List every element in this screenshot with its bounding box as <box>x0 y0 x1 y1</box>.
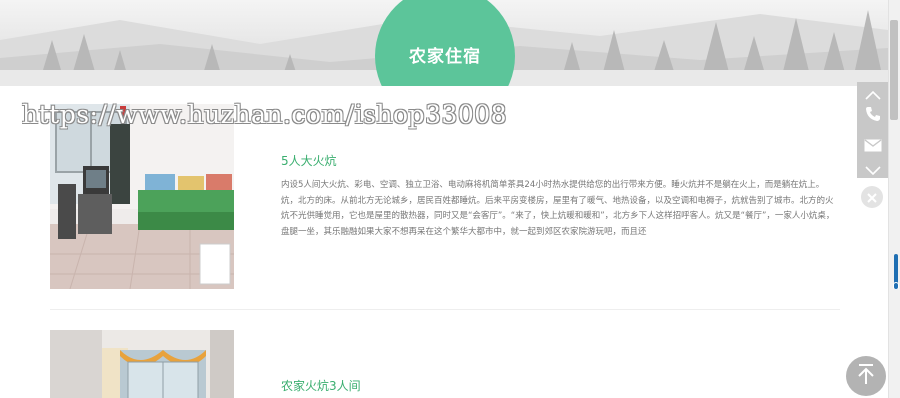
close-icon <box>867 188 877 207</box>
close-toolbar-button[interactable] <box>861 186 883 208</box>
item-divider <box>50 309 840 310</box>
scroll-down-button[interactable] <box>857 158 888 182</box>
scroll-up-button[interactable] <box>857 82 888 106</box>
back-to-top-icon <box>856 363 876 389</box>
side-slider-handle[interactable] <box>893 282 899 290</box>
phone-button[interactable] <box>857 104 888 128</box>
page-scrollbar-thumb[interactable] <box>890 20 898 120</box>
room-photo[interactable] <box>50 104 234 289</box>
room-description: 内设5人间大火炕、彩电、空调、独立卫浴、电动麻将机简单茶具24小时热水提供给您的… <box>281 180 835 237</box>
chevron-down-icon <box>864 161 881 180</box>
mail-icon <box>864 137 882 156</box>
page: 农家住宿 https://www.huzhan.com/ishop33008 5… <box>0 0 900 398</box>
chevron-up-icon <box>864 85 881 104</box>
room-list: 5人大火炕 内设5人间大火炕、彩电、空调、独立卫浴、电动麻将机简单茶具24小时热… <box>0 86 888 398</box>
phone-icon <box>865 106 881 126</box>
back-to-top-button[interactable] <box>846 356 886 396</box>
mail-button[interactable] <box>857 134 888 158</box>
watermark-text: https://www.huzhan.com/ishop33008 <box>22 100 508 129</box>
header-banner: 农家住宿 <box>0 0 888 86</box>
room-title[interactable]: 5人大火炕 <box>281 152 337 169</box>
room-title[interactable]: 农家火炕3人间 <box>281 377 361 394</box>
room-photo[interactable] <box>50 330 234 398</box>
section-title: 农家住宿 <box>409 47 481 67</box>
